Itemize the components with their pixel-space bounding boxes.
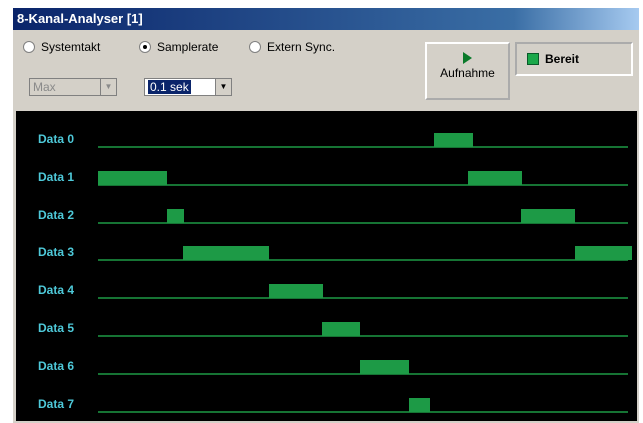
status-indicator: Bereit (515, 42, 633, 76)
radio-samplerate[interactable]: Samplerate (139, 40, 218, 54)
trace-pulse (322, 322, 360, 336)
trace-pulse (434, 133, 473, 147)
record-button-label: Aufnahme (440, 66, 495, 80)
signal-traces (98, 133, 632, 413)
samplerate-select-value: 0.1 sek (148, 80, 191, 94)
trace-pulse (360, 360, 409, 374)
play-icon (463, 52, 472, 64)
trace-pulse (269, 284, 323, 298)
trace-pulse (468, 171, 522, 185)
analyser-window: 8-Kanal-Analyser [1] Systemtakt Samplera… (12, 7, 639, 423)
samplerate-select[interactable]: 0.1 sek ▼ (144, 78, 232, 96)
chevron-down-icon[interactable]: ▼ (100, 79, 116, 95)
radio-extern-sync[interactable]: Extern Sync. (249, 40, 335, 54)
radio-dot-extern-sync (249, 41, 261, 53)
trace-pulse (183, 246, 269, 260)
window-title: 8-Kanal-Analyser [1] (13, 8, 639, 30)
status-led-icon (527, 53, 539, 65)
trace-pulse (521, 209, 575, 223)
radio-systemtakt[interactable]: Systemtakt (23, 40, 100, 54)
radio-dot-samplerate (139, 41, 151, 53)
clock-select-value: Max (33, 80, 56, 94)
trace-pulse (167, 209, 184, 223)
record-button[interactable]: Aufnahme (425, 42, 510, 100)
trace-pulse (575, 246, 632, 260)
status-label: Bereit (545, 52, 580, 66)
clock-select[interactable]: Max ▼ (29, 78, 117, 96)
radio-dot-systemtakt (23, 41, 35, 53)
radio-label-extern-sync: Extern Sync. (267, 40, 336, 54)
trace-pulse (98, 171, 167, 185)
radio-label-systemtakt: Systemtakt (41, 40, 101, 54)
trace-pulse (409, 398, 430, 412)
chevron-down-icon[interactable]: ▼ (215, 79, 231, 95)
signal-display: Data 0 Data 1 Data 2 Data 3 Data 4 Data … (16, 111, 637, 421)
radio-label-samplerate: Samplerate (157, 40, 219, 54)
